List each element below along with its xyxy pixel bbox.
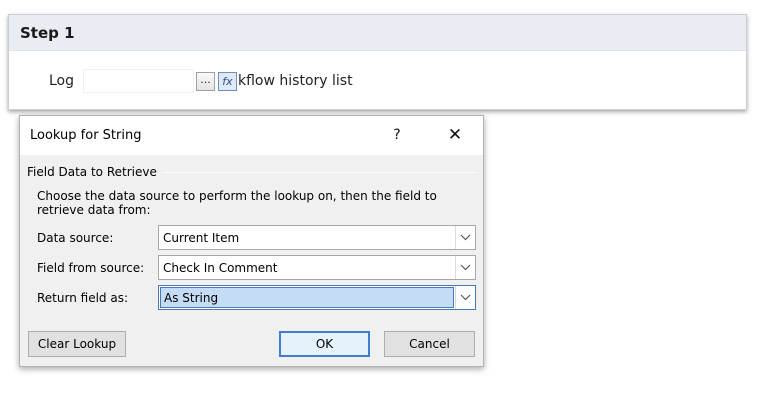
chevron-down-icon[interactable] — [455, 226, 475, 249]
return-field-as-label: Return field as: — [37, 290, 128, 305]
field-from-source-value: Check In Comment — [163, 260, 278, 275]
dialog-title: Lookup for String — [30, 128, 142, 143]
lookup-icon[interactable]: fx — [218, 71, 237, 91]
clear-lookup-button[interactable]: Clear Lookup — [28, 331, 126, 357]
data-source-select[interactable]: Current Item — [158, 225, 476, 250]
step-header: Step 1 — [9, 15, 746, 51]
data-source-row: Data source: Current Item — [37, 225, 477, 250]
field-from-source-label: Field from source: — [37, 260, 145, 275]
data-source-label: Data source: — [37, 230, 114, 245]
section-legend: Field Data to Retrieve — [27, 165, 163, 179]
return-field-as-row: Return field as: As String — [37, 285, 477, 310]
workflow-step-panel: Step 1 Log ... fx kflow history list — [8, 14, 747, 110]
log-field-row: Log ... fx kflow history list — [49, 69, 353, 93]
return-field-as-value: As String — [160, 287, 454, 308]
field-from-source-select[interactable]: Check In Comment — [158, 255, 476, 280]
log-label: Log — [49, 73, 75, 89]
ok-button[interactable]: OK — [279, 331, 370, 357]
chevron-down-icon[interactable] — [455, 286, 475, 309]
close-icon: ✕ — [447, 125, 463, 145]
lookup-dialog: Lookup for String ? ✕ Field Data to Retr… — [19, 115, 484, 367]
instructions-text: Choose the data source to perform the lo… — [37, 189, 437, 217]
field-from-source-row: Field from source: Check In Comment — [37, 255, 477, 280]
ellipsis-button[interactable]: ... — [196, 71, 215, 91]
return-field-as-select[interactable]: As String — [158, 285, 476, 310]
log-target-text: kflow history list — [238, 73, 353, 89]
step-title: Step 1 — [20, 23, 75, 42]
section-divider — [162, 171, 476, 173]
close-button[interactable]: ✕ — [444, 124, 466, 146]
dialog-titlebar[interactable]: Lookup for String ? ✕ — [20, 116, 483, 155]
log-input[interactable] — [83, 69, 194, 93]
chevron-down-icon[interactable] — [455, 256, 475, 279]
cancel-button[interactable]: Cancel — [384, 331, 475, 357]
field-data-section: Field Data to Retrieve — [27, 164, 476, 180]
data-source-value: Current Item — [163, 230, 240, 245]
help-button[interactable]: ? — [386, 124, 408, 146]
